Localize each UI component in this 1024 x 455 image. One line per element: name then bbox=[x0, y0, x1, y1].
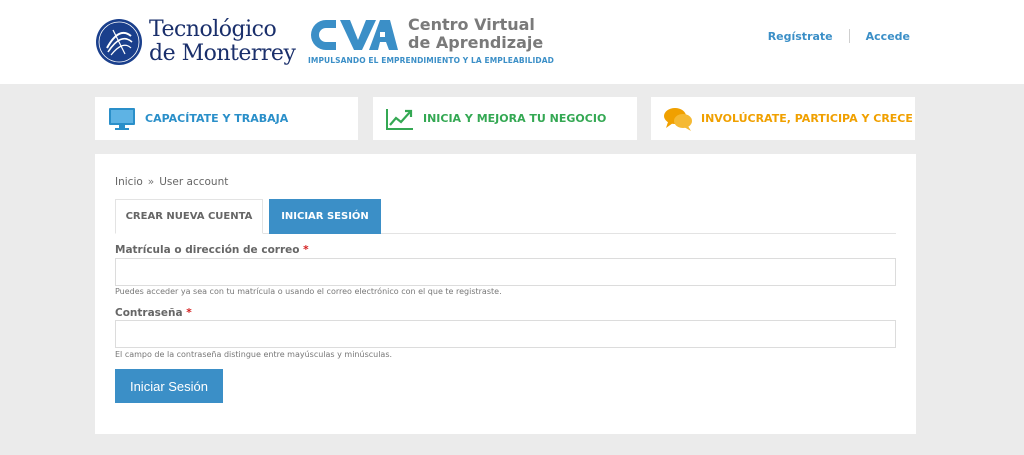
user-field-label-text: Matrícula o dirección de correo bbox=[115, 244, 300, 256]
category-label: CAPACÍTATE Y TRABAJA bbox=[145, 112, 289, 125]
trend-chart-icon bbox=[385, 106, 415, 132]
required-marker: * bbox=[303, 244, 309, 256]
user-field-label: Matrícula o dirección de correo * bbox=[115, 244, 309, 256]
category-negocio[interactable]: INICIA Y MEJORA TU NEGOCIO bbox=[373, 97, 637, 140]
tec-seal-icon bbox=[96, 19, 142, 65]
cva-title-line1: Centro Virtual bbox=[408, 15, 535, 34]
tab-create-account[interactable]: CREAR NUEVA CUENTA bbox=[115, 199, 263, 234]
password-field-help: El campo de la contraseña distingue entr… bbox=[115, 350, 393, 359]
category-capacitate[interactable]: CAPACÍTATE Y TRABAJA bbox=[95, 97, 358, 140]
top-links-divider bbox=[848, 29, 850, 43]
breadcrumb-separator: » bbox=[147, 176, 155, 188]
cva-mark-icon bbox=[311, 20, 398, 50]
password-input[interactable] bbox=[115, 320, 896, 348]
site-header: Tecnológico de Monterrey Centro Virtual … bbox=[0, 0, 1024, 84]
login-panel: Inicio » User account CREAR NUEVA CUENTA I… bbox=[95, 154, 916, 434]
breadcrumb-current: User account bbox=[159, 176, 229, 188]
tab-login[interactable]: INICIAR SESIÓN bbox=[269, 199, 381, 234]
tec-wordmark-line2: de Monterrey bbox=[149, 41, 296, 66]
cva-logo[interactable]: Centro Virtual de Aprendizaje IMPULSANDO… bbox=[306, 16, 556, 70]
chat-bubbles-icon bbox=[663, 106, 693, 132]
user-field-help: Puedes acceder ya sea con tu matrícula o… bbox=[115, 287, 502, 296]
user-input[interactable] bbox=[115, 258, 896, 286]
category-involucrate[interactable]: INVOLÚCRATE, PARTICIPA Y CRECE bbox=[651, 97, 915, 140]
cva-title-line2: de Aprendizaje bbox=[408, 33, 544, 52]
tec-wordmark-line1: Tecnológico bbox=[149, 17, 277, 42]
tec-logo[interactable]: Tecnológico de Monterrey bbox=[95, 17, 296, 66]
register-link[interactable]: Regístrate bbox=[768, 30, 833, 43]
breadcrumb-home[interactable]: Inicio bbox=[115, 176, 143, 188]
required-marker: * bbox=[186, 307, 192, 319]
category-label: INVOLÚCRATE, PARTICIPA Y CRECE bbox=[701, 112, 913, 125]
monitor-icon bbox=[107, 106, 137, 132]
cva-title: Centro Virtual de Aprendizaje bbox=[408, 16, 543, 52]
password-field-label: Contraseña * bbox=[115, 307, 192, 319]
tec-wordmark: Tecnológico de Monterrey bbox=[149, 17, 296, 66]
password-field-label-text: Contraseña bbox=[115, 307, 183, 319]
breadcrumb: Inicio » User account bbox=[115, 176, 228, 188]
account-tabs: CREAR NUEVA CUENTA INICIAR SESIÓN bbox=[115, 199, 896, 234]
login-submit-button[interactable]: Iniciar Sesión bbox=[115, 369, 223, 403]
cva-tagline: IMPULSANDO EL EMPRENDIMIENTO Y LA EMPLEA… bbox=[308, 56, 554, 65]
category-label: INICIA Y MEJORA TU NEGOCIO bbox=[423, 112, 607, 125]
login-link[interactable]: Accede bbox=[866, 30, 910, 43]
top-links: Regístrate Accede bbox=[768, 29, 910, 43]
